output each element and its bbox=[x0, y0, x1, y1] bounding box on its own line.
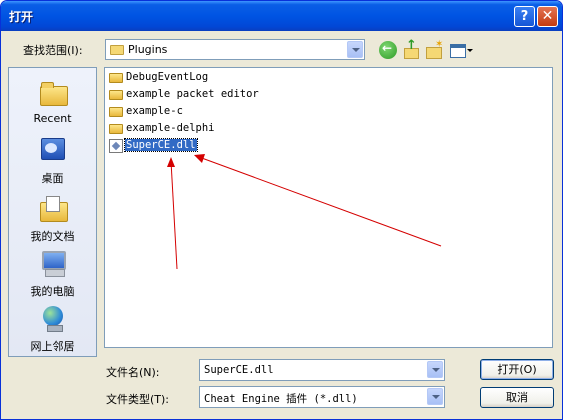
network-icon bbox=[39, 304, 67, 332]
look-in-dropdown[interactable]: Plugins bbox=[105, 39, 365, 60]
title-bar[interactable]: 打开 ? ✕ bbox=[1, 1, 562, 31]
folder-icon bbox=[110, 45, 124, 55]
recent-folder-icon bbox=[39, 78, 68, 106]
folder-icon bbox=[109, 124, 123, 134]
folder-icon bbox=[109, 90, 123, 100]
views-menu-icon[interactable] bbox=[449, 41, 473, 59]
file-name: SuperCE.dll bbox=[124, 138, 198, 152]
dll-file-icon bbox=[109, 139, 123, 153]
folder-icon bbox=[109, 107, 123, 117]
file-name-value: SuperCE.dll bbox=[204, 364, 274, 376]
desktop-icon bbox=[39, 136, 67, 164]
folder-icon bbox=[109, 73, 123, 83]
cancel-button[interactable]: 取消 bbox=[480, 387, 554, 408]
place-network[interactable]: 网上邻居 bbox=[9, 298, 96, 356]
places-bar: Recent 桌面 我的文档 我的电脑 网上邻居 bbox=[8, 67, 97, 357]
file-name: example-c bbox=[126, 105, 183, 117]
new-folder-icon[interactable] bbox=[425, 39, 443, 59]
up-folder-icon[interactable] bbox=[402, 38, 420, 59]
my-computer-icon bbox=[39, 249, 67, 277]
back-icon[interactable] bbox=[379, 41, 397, 59]
file-list[interactable]: DebugEventLog example packet editor exam… bbox=[104, 67, 553, 348]
chevron-down-icon[interactable] bbox=[427, 388, 443, 405]
look-in-label: 查找范围(I): bbox=[23, 44, 83, 57]
file-name: example-delphi bbox=[126, 122, 215, 134]
file-type-value: Cheat Engine 插件 (*.dll) bbox=[204, 393, 358, 405]
place-label: 网上邻居 bbox=[30, 340, 75, 353]
place-label: 我的文档 bbox=[30, 230, 75, 243]
place-my-computer[interactable]: 我的电脑 bbox=[9, 243, 96, 301]
help-button[interactable]: ? bbox=[514, 6, 535, 27]
open-button[interactable]: 打开(O) bbox=[480, 359, 554, 380]
window-title: 打开 bbox=[9, 10, 34, 24]
chevron-down-icon[interactable] bbox=[347, 41, 363, 58]
file-type-dropdown[interactable]: Cheat Engine 插件 (*.dll) bbox=[199, 386, 445, 408]
place-label: 桌面 bbox=[41, 172, 64, 185]
my-documents-icon bbox=[39, 194, 68, 222]
file-name-input[interactable]: SuperCE.dll bbox=[199, 359, 445, 381]
file-name: DebugEventLog bbox=[126, 71, 209, 83]
look-in-value: Plugins bbox=[128, 43, 168, 56]
file-type-label: 文件类型(T): bbox=[106, 393, 170, 406]
chevron-down-icon[interactable] bbox=[427, 361, 443, 378]
open-dialog: 打开 ? ✕ 查找范围(I): Plugins Recent 桌面 我的文档 我… bbox=[0, 0, 563, 420]
place-label: Recent bbox=[33, 112, 72, 125]
place-recent[interactable]: Recent bbox=[9, 72, 96, 130]
place-label: 我的电脑 bbox=[30, 285, 75, 298]
place-my-documents[interactable]: 我的文档 bbox=[9, 188, 96, 246]
file-name-label: 文件名(N): bbox=[106, 366, 160, 379]
place-desktop[interactable]: 桌面 bbox=[9, 130, 96, 188]
close-button[interactable]: ✕ bbox=[537, 6, 558, 27]
file-name: example packet editor bbox=[126, 88, 259, 100]
